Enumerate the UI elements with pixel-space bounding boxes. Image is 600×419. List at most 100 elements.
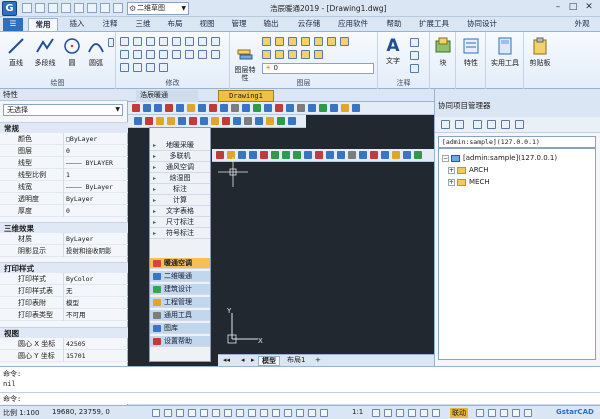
break-icon[interactable]	[198, 50, 207, 59]
tab-output[interactable]: 输出	[256, 18, 286, 31]
block-button[interactable]: 块	[433, 36, 453, 68]
lengthen-icon[interactable]	[120, 63, 129, 72]
osnap-icon[interactable]	[200, 409, 208, 417]
stretch-icon[interactable]	[185, 50, 194, 59]
maximize-button[interactable]: □	[566, 1, 580, 14]
prop-row[interactable]: 打印样式表 无	[0, 285, 128, 297]
close-button[interactable]: ✕	[582, 1, 596, 14]
tool-icon[interactable]	[198, 104, 206, 112]
prop-row[interactable]: 厚度 0	[0, 205, 128, 217]
tab-view[interactable]: 视图	[192, 18, 222, 31]
menu-item-annotation[interactable]: ▸ 标注	[150, 184, 210, 195]
appearance-menu[interactable]: 外观	[568, 18, 596, 31]
tool-icon[interactable]	[189, 117, 197, 125]
menu-item-ventilation[interactable]: ▸ 通风空调	[150, 162, 210, 173]
mirror-icon[interactable]	[133, 50, 142, 59]
module-project-mgmt[interactable]: 工程管理	[150, 297, 210, 308]
tool-icon[interactable]	[167, 117, 175, 125]
tab-manage[interactable]: 管理	[224, 18, 254, 31]
menu-item-vrf[interactable]: ▸ 多联机	[150, 151, 210, 162]
auto-scale-icon[interactable]	[384, 409, 392, 417]
add-layout-button[interactable]: +	[312, 356, 324, 366]
chat-icon[interactable]	[488, 409, 496, 417]
tab-insert[interactable]: 插入	[62, 18, 92, 31]
settings-icon[interactable]	[515, 120, 524, 129]
tab-layout[interactable]: 布局	[160, 18, 190, 31]
fillet-icon[interactable]	[172, 37, 181, 46]
ucs-toggle-icon[interactable]	[284, 409, 292, 417]
tab-home[interactable]: 常用	[28, 18, 58, 31]
save-as-icon[interactable]	[61, 3, 71, 13]
print-icon[interactable]	[501, 120, 510, 129]
tool-icon[interactable]	[209, 104, 217, 112]
scale-readout[interactable]: 比例 1:100	[3, 408, 39, 418]
tab-collab-design[interactable]: 协同设计	[462, 18, 502, 31]
tool-icon[interactable]	[266, 117, 274, 125]
menu-item-dimension[interactable]: ▸ 尺寸标注	[150, 217, 210, 228]
tool-icon[interactable]	[165, 104, 173, 112]
tool-icon[interactable]	[255, 117, 263, 125]
tool-icon[interactable]	[154, 104, 162, 112]
annotation-icon[interactable]	[272, 409, 280, 417]
prop-row[interactable]: 圆心 X 坐标 42505	[0, 338, 128, 350]
layer-delete-icon[interactable]	[314, 50, 323, 59]
prop-row[interactable]: 打印样式 ByColor	[0, 273, 128, 285]
explode-icon[interactable]	[198, 37, 207, 46]
array-icon[interactable]	[159, 50, 168, 59]
tool-icon[interactable]	[178, 117, 186, 125]
trim-icon[interactable]	[146, 37, 155, 46]
isolate-icon[interactable]	[420, 409, 428, 417]
tool-icon[interactable]	[233, 117, 241, 125]
document-tab[interactable]: Drawing1	[218, 90, 274, 102]
tab-apps[interactable]: 应用软件	[332, 18, 374, 31]
menu-item-psychrometric[interactable]: ▸ 焓湿图	[150, 173, 210, 184]
menu-item-floor-heating[interactable]: ▸ 地暖采暖	[150, 140, 210, 151]
match-props-icon[interactable]	[159, 63, 168, 72]
polyline-button[interactable]: 多段线	[30, 36, 60, 68]
dimension-icon[interactable]	[410, 38, 419, 47]
layer-off-icon[interactable]	[262, 50, 271, 59]
tab-cloud-storage[interactable]: 云存储	[290, 18, 328, 31]
transparency-icon[interactable]	[236, 409, 244, 417]
grid-icon[interactable]	[164, 409, 172, 417]
prop-row[interactable]: 线型 ———— BYLAYER	[0, 157, 128, 169]
workspace-select[interactable]: ⚙ 二维草图 ▼	[127, 2, 189, 15]
circle-button[interactable]: 圆	[62, 36, 82, 68]
section-3d-effects[interactable]: 三维效果	[0, 222, 128, 233]
tool-icon[interactable]	[326, 151, 334, 159]
tool-icon[interactable]	[330, 104, 338, 112]
tool-icon[interactable]	[337, 151, 345, 159]
tool-icon[interactable]	[249, 151, 257, 159]
section-view[interactable]: 视图	[0, 327, 128, 338]
tool-icon[interactable]	[132, 104, 140, 112]
selection-cycle-icon[interactable]	[248, 409, 256, 417]
prop-row[interactable]: 材质 ByLayer	[0, 233, 128, 245]
tool-icon[interactable]	[293, 151, 301, 159]
scale-icon[interactable]	[172, 50, 181, 59]
tool-icon[interactable]	[156, 117, 164, 125]
tab-help[interactable]: 帮助	[380, 18, 408, 31]
workspace-switch-icon[interactable]	[396, 409, 404, 417]
app-logo-icon[interactable]: G	[2, 1, 17, 16]
layer-select[interactable]: ☀ 0	[262, 63, 374, 74]
layer-match-icon[interactable]	[314, 37, 323, 46]
collapse-icon[interactable]: −	[442, 154, 449, 162]
open-file-icon[interactable]	[35, 3, 45, 13]
tool-icon[interactable]	[200, 117, 208, 125]
app-menu-button[interactable]: ☰	[3, 18, 23, 31]
prop-row[interactable]: 图层 0	[0, 145, 128, 157]
first-layout-icon[interactable]: ◂◂	[220, 356, 233, 366]
leader-icon[interactable]	[410, 51, 419, 60]
prop-row[interactable]: 线宽 ———— ByLayer	[0, 181, 128, 193]
tool-icon[interactable]	[414, 151, 422, 159]
list-icon[interactable]	[455, 120, 464, 129]
prop-row[interactable]: 颜色 □ByLayer	[0, 133, 128, 145]
tool-icon[interactable]	[308, 104, 316, 112]
tool-icon[interactable]	[134, 117, 142, 125]
tool-icon[interactable]	[304, 151, 312, 159]
rotate-icon[interactable]	[133, 37, 142, 46]
layer-merge-icon[interactable]	[301, 50, 310, 59]
polar-icon[interactable]	[188, 409, 196, 417]
align-icon[interactable]	[133, 63, 142, 72]
module-settings-help[interactable]: 设置帮助	[150, 336, 210, 347]
